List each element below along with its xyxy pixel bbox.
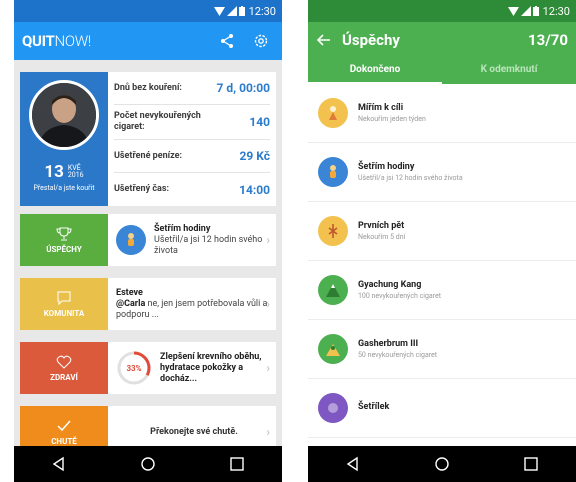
health-tile[interactable]: ZDRAVÍ	[20, 342, 108, 394]
health-preview[interactable]: 33% Zlepšení krevního oběhu, hydratace p…	[108, 342, 276, 394]
home-icon[interactable]	[433, 455, 451, 473]
achievements-tile[interactable]: ÚSPĚCHY	[20, 214, 108, 266]
android-nav-bar	[308, 446, 576, 482]
trophy-icon	[56, 227, 72, 241]
achievement-badge-icon	[318, 216, 348, 246]
avatar[interactable]	[29, 80, 99, 150]
back-icon[interactable]	[50, 455, 68, 473]
health-card[interactable]: ZDRAVÍ 33% Zlepšení krevního oběhu, hydr…	[20, 342, 276, 394]
chevron-right-icon: ›	[266, 361, 270, 375]
right-phone-screen: 12:30 Úspěchy 13/70 Dokončeno K odemknut…	[308, 0, 576, 482]
clock: 12:30	[542, 4, 570, 18]
quit-date: 13 KVĚ 2016 Přestal/a jste kouřit	[20, 162, 108, 192]
back-icon[interactable]	[344, 455, 362, 473]
app-bar: Úspěchy 13/70	[308, 22, 576, 58]
quit-caption: Přestal/a jste kouřit	[33, 184, 95, 192]
stat-money-saved: Ušetřené peníze: 29 Kč	[114, 140, 270, 173]
achievement-badge-icon	[116, 225, 146, 255]
checkmark-icon	[57, 420, 71, 432]
list-item[interactable]: Šetřílek	[308, 379, 576, 438]
chat-bubble-icon	[57, 291, 71, 306]
achievement-badge-icon	[318, 275, 348, 305]
achievement-badge-icon	[318, 334, 348, 364]
achievement-badge-icon	[318, 393, 348, 423]
stat-time-saved: Ušetřený čas: 14:00	[114, 182, 270, 197]
stat-days-smoke-free: Dnů bez kouření: 7 d, 00:00	[114, 72, 270, 105]
app-bar: QUITNOW!	[14, 22, 282, 60]
list-item[interactable]: Mířím k cíli Nekouřím jeden týden	[308, 84, 576, 143]
clock: 12:30	[248, 4, 276, 18]
list-item[interactable]: Prvních pět Nekouřím 5 dní	[308, 202, 576, 261]
heart-icon	[56, 355, 72, 369]
status-bar: 12:30	[14, 0, 282, 22]
chevron-right-icon: ›	[266, 233, 270, 247]
community-tile[interactable]: KOMUNITA	[20, 278, 108, 330]
community-preview[interactable]: Esteve @Carla ne, jen jsem potřebovala vů…	[108, 278, 276, 330]
list-item[interactable]: Šetřím hodiny Ušetřil/a jsi 12 hodin svéh…	[308, 143, 576, 202]
stats-list: Dnů bez kouření: 7 d, 00:00 Počet nevyko…	[108, 72, 276, 206]
android-nav-bar	[14, 446, 282, 482]
achievement-badge-icon	[318, 157, 348, 187]
app-logo: QUITNOW!	[22, 32, 91, 50]
status-bar: 12:30	[308, 0, 576, 22]
health-progress-ring: 33%	[116, 350, 152, 386]
achievement-list: Mířím k cíli Nekouřím jeden týden Šetřím …	[308, 84, 576, 438]
tab-bar: Dokončeno K odemknutí	[308, 58, 576, 84]
list-item[interactable]: Gyachung Kang 100 nevykouřených cigaret	[308, 261, 576, 320]
achievement-badge-icon	[318, 98, 348, 128]
left-phone-screen: 12:30 QUITNOW! 13 KVĚ 2016 Přestal/a jst…	[14, 0, 282, 482]
stat-cigarettes-not-smoked: Počet nevykouřených cigaret: 140	[114, 105, 270, 140]
share-icon[interactable]	[214, 28, 240, 54]
page-title: Úspěchy	[342, 31, 400, 49]
stats-card[interactable]: 13 KVĚ 2016 Přestal/a jste kouřit Dnů bez…	[20, 72, 276, 206]
chevron-right-icon: ›	[266, 297, 270, 311]
tab-to-unlock[interactable]: K odemknutí	[442, 58, 576, 84]
recents-icon[interactable]	[228, 455, 246, 473]
achievements-card[interactable]: ÚSPĚCHY Šetřím hodiny Ušetřil/a jsi 12 ho…	[20, 214, 276, 266]
tab-completed[interactable]: Dokončeno	[308, 58, 442, 84]
settings-gear-icon[interactable]	[248, 28, 274, 54]
signal-icons	[213, 6, 245, 16]
community-card[interactable]: KOMUNITA Esteve @Carla ne, jen jsem potře…	[20, 278, 276, 330]
back-arrow-icon[interactable]	[316, 32, 332, 48]
chevron-right-icon: ›	[266, 425, 270, 439]
achievement-preview[interactable]: Šetřím hodiny Ušetřil/a jsi 12 hodin svéh…	[108, 214, 276, 266]
list-item[interactable]: Gasherbrum III 50 nevykouřených cigaret	[308, 320, 576, 379]
home-icon[interactable]	[139, 455, 157, 473]
signal-icons	[507, 6, 539, 16]
profile-panel: 13 KVĚ 2016 Přestal/a jste kouřit	[20, 72, 108, 206]
achievement-count: 13/70	[528, 31, 568, 49]
recents-icon[interactable]	[522, 455, 540, 473]
